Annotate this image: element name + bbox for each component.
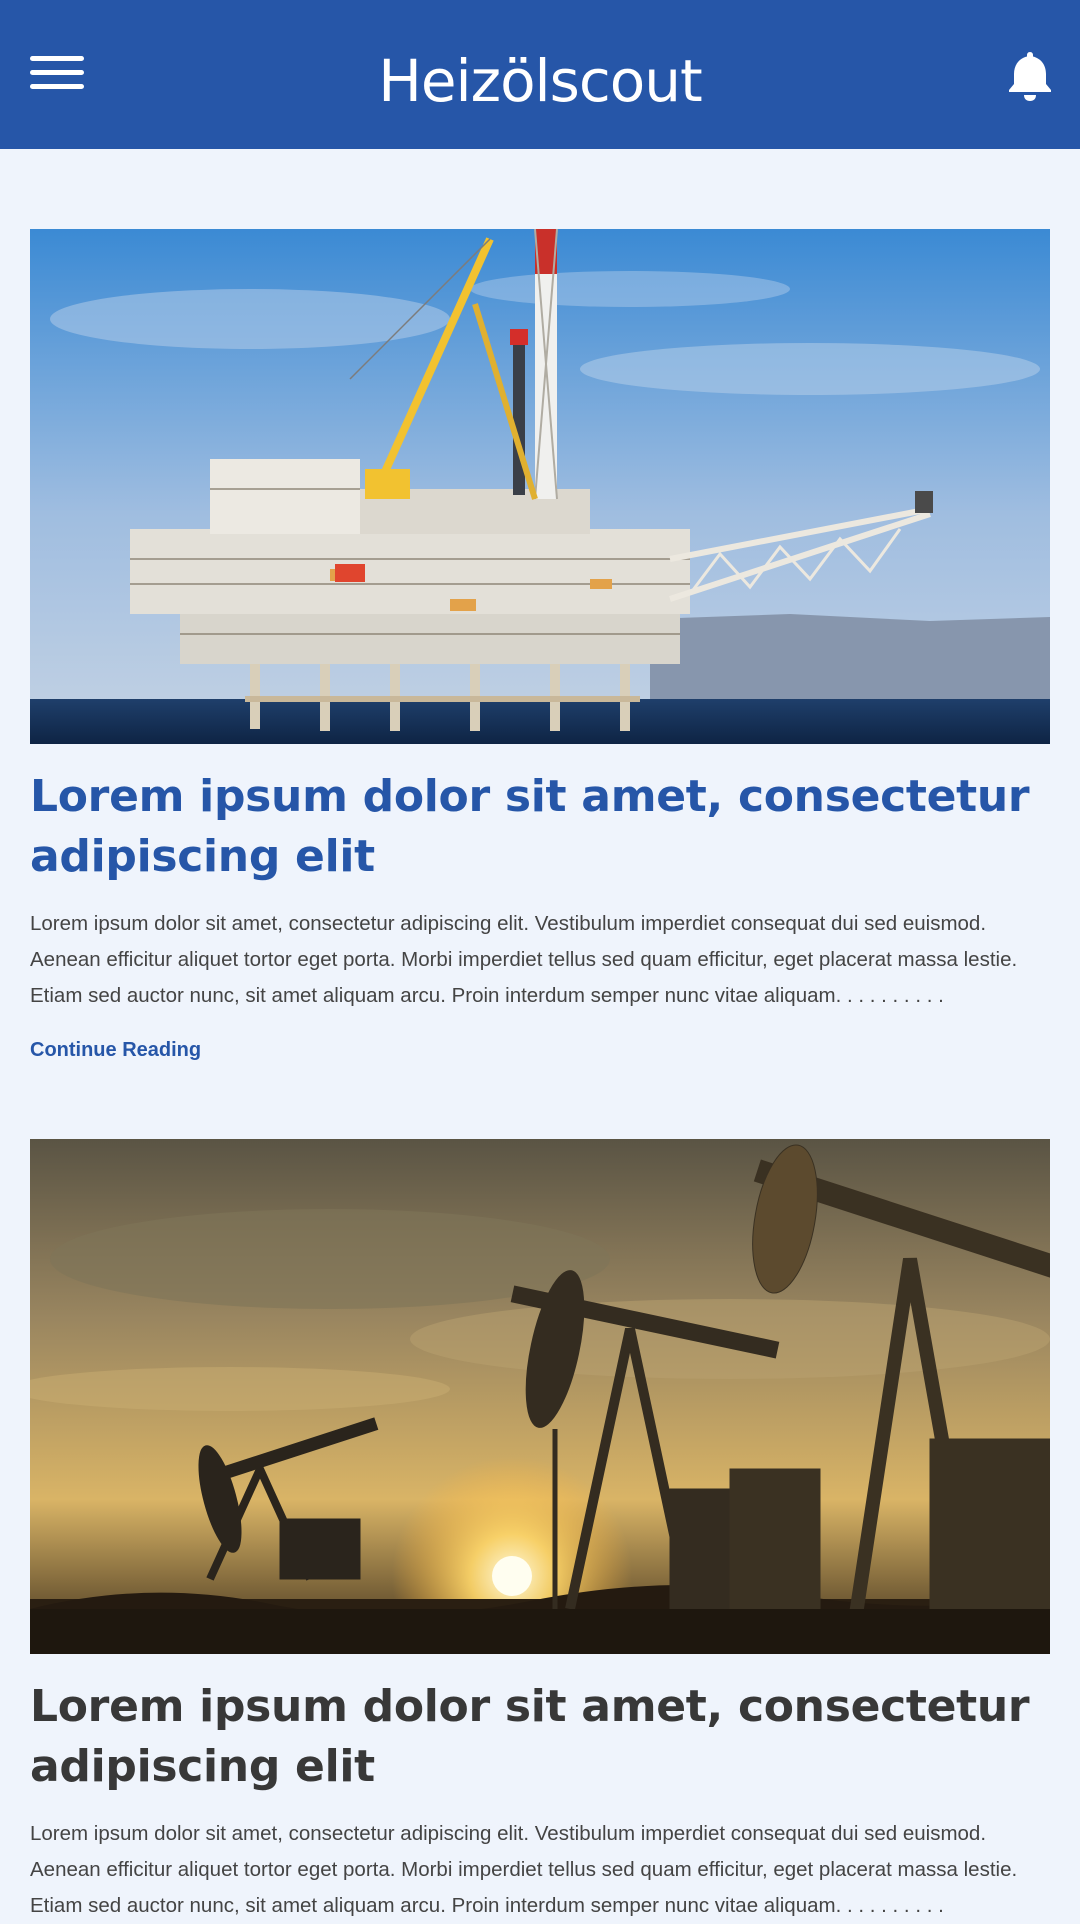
article-title[interactable]: Lorem ipsum dolor sit amet, consectetur … xyxy=(30,767,1050,887)
bell-icon[interactable] xyxy=(1004,48,1056,102)
oil-pumpjacks-sunset-photo[interactable] xyxy=(30,1139,1050,1654)
article-card: Lorem ipsum dolor sit amet, consectetur … xyxy=(30,1139,1050,1920)
site-logo[interactable]: Heizölscout xyxy=(370,40,710,112)
offshore-oil-platform-photo[interactable] xyxy=(30,229,1050,744)
hamburger-menu-icon[interactable] xyxy=(28,50,86,96)
article-excerpt: Lorem ipsum dolor sit amet, consectetur … xyxy=(30,1822,1018,1917)
svg-text:Heizölscout: Heizölscout xyxy=(378,47,702,112)
article-card: Lorem ipsum dolor sit amet, consectetur … xyxy=(30,229,1050,1069)
continue-reading-link[interactable]: Continue Reading xyxy=(30,1039,201,1062)
app-header: Heizölscout xyxy=(0,0,1080,149)
article-excerpt: Lorem ipsum dolor sit amet, consectetur … xyxy=(30,912,1018,1007)
article-title[interactable]: Lorem ipsum dolor sit amet, consectetur … xyxy=(30,1677,1050,1797)
